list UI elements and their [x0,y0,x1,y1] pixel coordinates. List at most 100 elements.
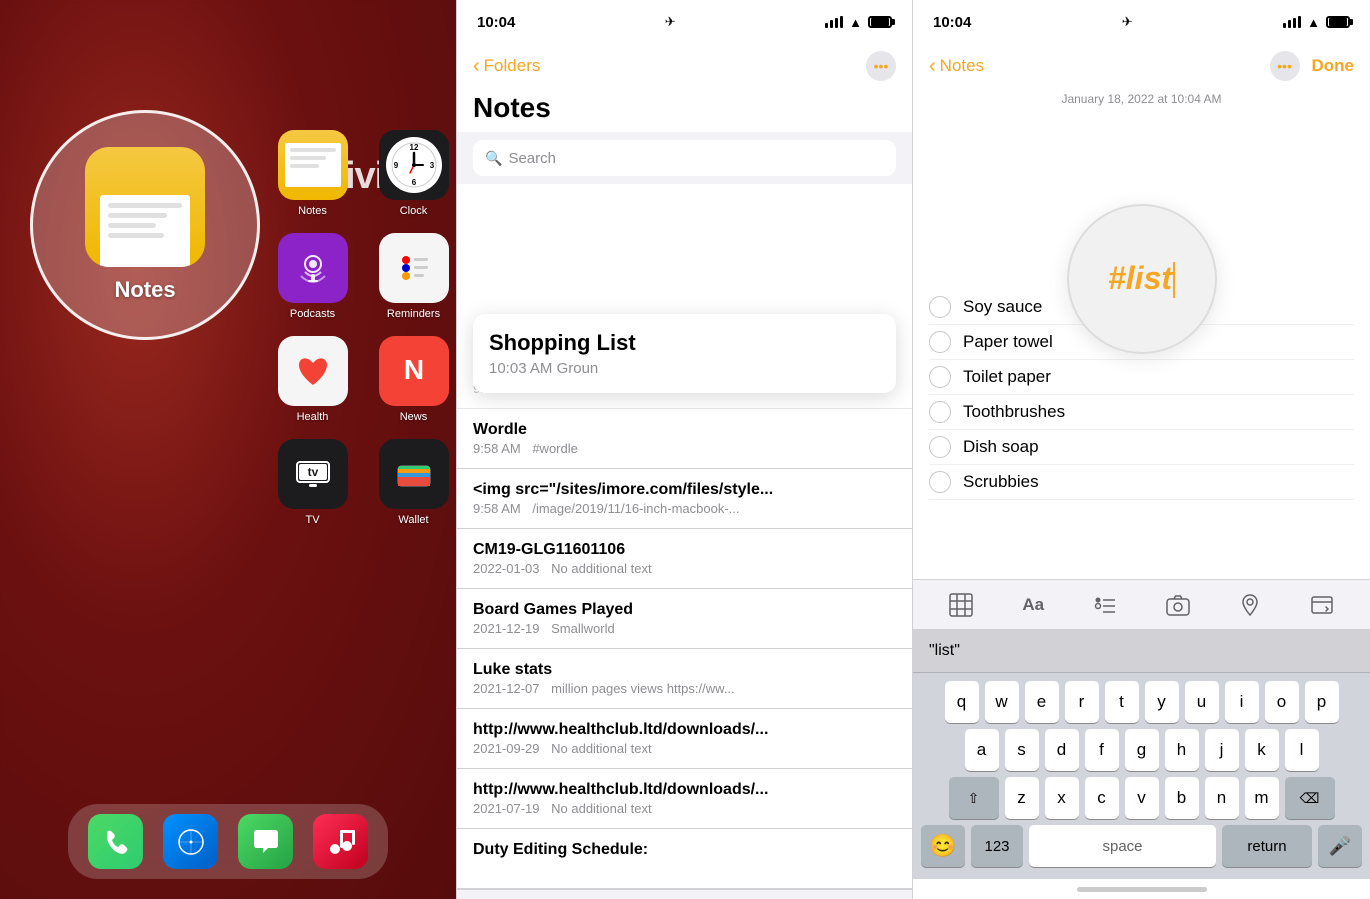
detail-more-button[interactable]: ••• [1270,51,1300,81]
checkbox-5[interactable] [929,471,951,493]
svg-text:tv: tv [307,465,318,479]
nav-back-button[interactable]: ‹ Folders [473,55,540,78]
checkbox-1[interactable] [929,331,951,353]
key-s[interactable]: s [1005,729,1039,771]
return-key[interactable]: return [1222,825,1312,867]
shift-key[interactable]: ⇧ [949,777,999,819]
battery-fill-3 [1329,18,1347,26]
key-i[interactable]: i [1225,681,1259,723]
emoji-key[interactable]: 😊 [921,825,965,867]
note-item-title-7: http://www.healthclub.ltd/downloads/... [473,781,896,799]
note-item-1[interactable]: Wordle 9:58 AM #wordle [457,409,912,469]
notes-icon-large [85,147,205,267]
note-item-meta-7: 2021-07-19 No additional text [473,801,896,816]
key-v[interactable]: v [1125,777,1159,819]
app-item-clock[interactable]: 12 3 6 9 Clock [371,130,456,217]
notes-nav-bar: ‹ Folders ••• [457,44,912,88]
key-f[interactable]: f [1085,729,1119,771]
app-item-tv[interactable]: tv TV [270,439,355,526]
key-w[interactable]: w [985,681,1019,723]
note-item-2[interactable]: <img src="/sites/imore.com/files/style..… [457,469,912,529]
signal-bar-4 [840,16,843,28]
checklist-item-5[interactable]: Scrubbies [929,465,1354,500]
key-o[interactable]: o [1265,681,1299,723]
key-a[interactable]: a [965,729,999,771]
spotlight-preview: Groun [557,360,599,377]
location-button[interactable] [1232,587,1268,623]
key-e[interactable]: e [1025,681,1059,723]
app-item-reminders[interactable]: Reminders [371,233,456,320]
format-button[interactable]: Aa [1015,587,1051,623]
key-c[interactable]: c [1085,777,1119,819]
home-indicator [913,879,1370,899]
key-u[interactable]: u [1185,681,1219,723]
key-b[interactable]: b [1165,777,1199,819]
delete-key[interactable]: ⌫ [1285,777,1335,819]
key-l[interactable]: l [1285,729,1319,771]
signal-bar-3-4 [1298,16,1301,28]
autocomplete-suggestion[interactable]: "list" [929,642,960,660]
note-item-5[interactable]: Luke stats 2021-12-07 million pages view… [457,649,912,709]
key-q[interactable]: q [945,681,979,723]
note-item-meta-3: 2022-01-03 No additional text [473,561,896,576]
app-item-news[interactable]: N News [371,336,456,423]
checkbox-3[interactable] [929,401,951,423]
key-p[interactable]: p [1305,681,1339,723]
key-z[interactable]: z [1005,777,1039,819]
microphone-key[interactable]: 🎤 [1318,825,1362,867]
key-r[interactable]: r [1065,681,1099,723]
app-item-podcasts[interactable]: Podcasts [270,233,355,320]
more-options-button[interactable]: ••• [866,51,896,81]
dock-phone[interactable] [88,814,143,869]
svg-text:12: 12 [409,143,418,152]
app-item-notes[interactable]: Notes [270,130,355,217]
dock-music[interactable] [313,814,368,869]
key-j[interactable]: j [1205,729,1239,771]
key-k[interactable]: k [1245,729,1279,771]
checklist-item-3[interactable]: Toothbrushes [929,395,1354,430]
close-keyboard-button[interactable] [1304,587,1340,623]
list-button[interactable] [1087,587,1123,623]
done-button[interactable]: Done [1312,56,1355,76]
camera-button[interactable] [1160,587,1196,623]
autocomplete-bar: "list" [913,629,1370,673]
checkbox-4[interactable] [929,436,951,458]
key-t[interactable]: t [1105,681,1139,723]
key-n[interactable]: n [1205,777,1239,819]
space-key[interactable]: space [1029,825,1216,867]
note-item-3[interactable]: CM19-GLG11601106 2022-01-03 No additiona… [457,529,912,589]
key-h[interactable]: h [1165,729,1199,771]
app-item-wallet[interactable]: Wallet [371,439,456,526]
checkbox-2[interactable] [929,366,951,388]
app-item-health[interactable]: Health [270,336,355,423]
app-grid: Notes 12 3 6 9 [270,130,456,526]
key-g[interactable]: g [1125,729,1159,771]
note-time-3: 2022-01-03 [473,561,540,576]
note-item-7[interactable]: http://www.healthclub.ltd/downloads/... … [457,769,912,829]
checklist-item-4[interactable]: Dish soap [929,430,1354,465]
note-item-6[interactable]: http://www.healthclub.ltd/downloads/... … [457,709,912,769]
checklist-item-2[interactable]: Toilet paper [929,360,1354,395]
note-preview-7: No additional text [551,801,651,816]
table-button[interactable] [943,587,979,623]
note-item-8[interactable]: Duty Editing Schedule: [457,829,912,889]
dock-safari[interactable] [163,814,218,869]
status-time-3: 10:04 [933,14,971,31]
spotlight-card[interactable]: Shopping List 10:03 AM Groun [473,314,896,393]
dock-messages[interactable] [238,814,293,869]
checklist-text-4: Dish soap [963,437,1039,457]
note-item-meta-6: 2021-09-29 No additional text [473,741,896,756]
key-m[interactable]: m [1245,777,1279,819]
note-time-6: 2021-09-29 [473,741,540,756]
detail-back-button[interactable]: ‹ Notes [929,55,984,78]
checkbox-0[interactable] [929,296,951,318]
notes-app-large-circle[interactable]: Notes [30,110,260,340]
key-d[interactable]: d [1045,729,1079,771]
key-y[interactable]: y [1145,681,1179,723]
key-x[interactable]: x [1045,777,1079,819]
keyboard: q w e r t y u i o p a s d f g h j k [913,673,1370,879]
checklist-text-0: Soy sauce [963,297,1042,317]
note-item-4[interactable]: Board Games Played 2021-12-19 Smallworld [457,589,912,649]
search-bar[interactable]: 🔍 Search [473,140,896,176]
numbers-key[interactable]: 123 [971,825,1023,867]
